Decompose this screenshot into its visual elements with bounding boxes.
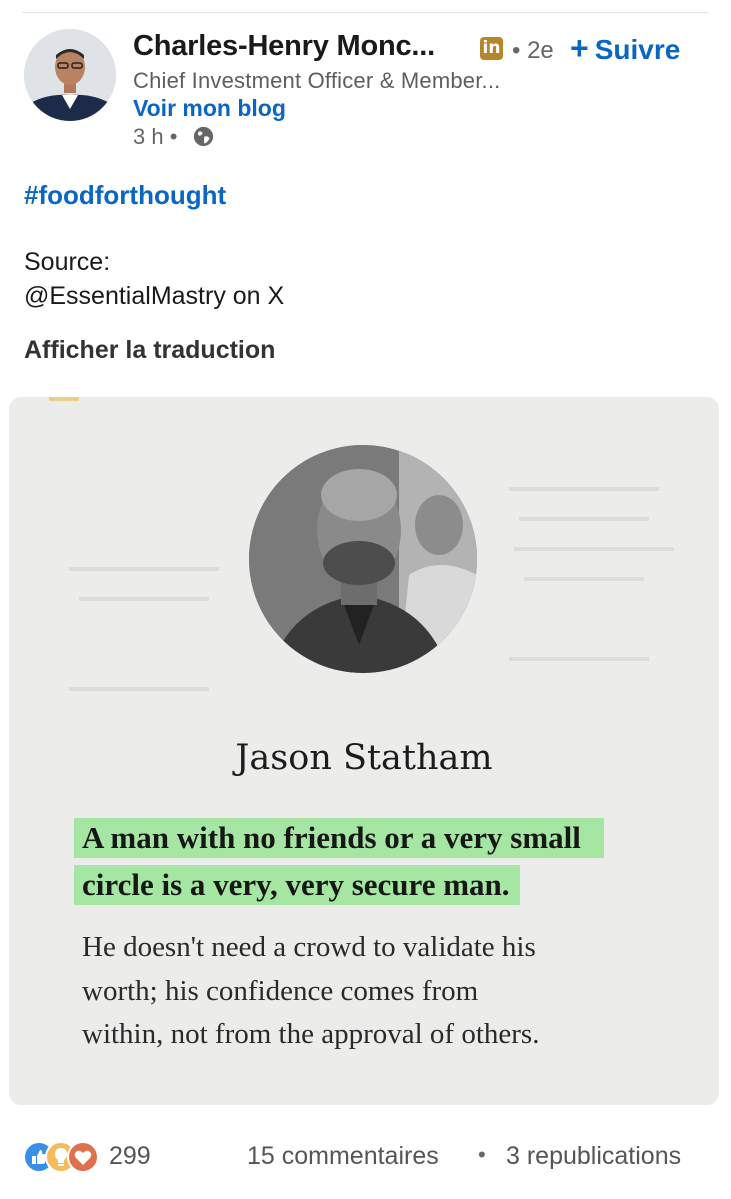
love-icon bbox=[67, 1141, 99, 1173]
quote-body-line-3: within, not from the approval of others. bbox=[82, 1018, 540, 1050]
portrait-photo bbox=[249, 445, 477, 673]
follow-button[interactable]: + Suivre bbox=[570, 30, 680, 67]
comments-count[interactable]: 15 commentaires bbox=[247, 1142, 439, 1171]
hashtag-link[interactable]: #foodforthought bbox=[24, 180, 226, 211]
linkedin-badge-icon: in bbox=[480, 37, 503, 60]
blog-link[interactable]: Voir mon blog bbox=[133, 95, 286, 122]
quote-body-line-1: He doesn't need a crowd to validate his bbox=[82, 931, 536, 963]
stats-separator: • bbox=[478, 1142, 486, 1167]
author-name[interactable]: Charles-Henry Monc... bbox=[133, 30, 435, 63]
quote-body-line-2: worth; his confidence comes from bbox=[82, 975, 479, 1007]
connection-degree: • 2e bbox=[512, 37, 554, 64]
show-translation-button[interactable]: Afficher la traduction bbox=[24, 336, 275, 365]
reaction-count[interactable]: 299 bbox=[109, 1142, 151, 1171]
reposts-count[interactable]: 3 republications bbox=[506, 1142, 681, 1171]
source-label: Source: bbox=[24, 248, 111, 276]
author-headline: Chief Investment Officer & Member... bbox=[133, 68, 501, 93]
author-avatar[interactable] bbox=[24, 29, 116, 121]
source-value: @EssentialMastry on X bbox=[24, 282, 285, 310]
reactions-icons[interactable] bbox=[22, 1140, 102, 1174]
quote-highlight-line-1: A man with no friends or a very small bbox=[74, 818, 604, 858]
quote-author-name: Jason Statham bbox=[235, 738, 493, 778]
plus-icon: + bbox=[570, 30, 589, 66]
post-image[interactable]: Jason Statham A man with no friends or a… bbox=[9, 397, 719, 1105]
quote-highlight-line-2: circle is a very, very secure man. bbox=[74, 865, 520, 905]
top-divider bbox=[22, 12, 709, 13]
post-time: 3 h • bbox=[133, 124, 178, 149]
globe-icon bbox=[193, 126, 214, 147]
follow-label: Suivre bbox=[594, 34, 681, 65]
